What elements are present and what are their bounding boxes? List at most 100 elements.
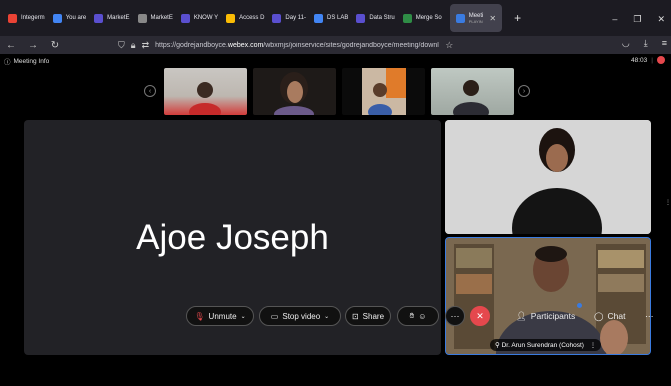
- browser-tab[interactable]: KNOW Y: [177, 4, 222, 32]
- browser-tab[interactable]: Day 11-: [268, 4, 310, 32]
- close-tab-icon[interactable]: ✕: [489, 14, 496, 23]
- tab-label: KNOW Y: [193, 15, 219, 21]
- url-bar[interactable]: ⛉ 🔒︎ ⇄ https://godrejandboyce. webex.com /…: [118, 37, 558, 53]
- browser-tab[interactable]: Data Stru: [352, 4, 398, 32]
- lock-icon[interactable]: 🔒︎: [131, 40, 136, 51]
- maximize-icon[interactable]: ❐: [633, 14, 641, 25]
- url-prefix: https://godrejandboyce.: [155, 41, 228, 49]
- leave-meeting-button[interactable]: ✕: [470, 306, 490, 326]
- chat-icon: ◯: [594, 310, 604, 321]
- chat-label: Chat: [607, 311, 626, 321]
- tab-favicon-icon: [314, 13, 323, 23]
- browser-tab-bar: Integerm You are MarketE MarketE KNOW Y …: [0, 0, 671, 36]
- tab-label: Integerm: [21, 15, 45, 21]
- participant-video: [445, 120, 651, 234]
- participant-thumbnail[interactable]: [431, 68, 514, 115]
- url-path: /wbxmjs/joinservice/sites/godrejandboyce…: [263, 41, 439, 49]
- mic-icon: ⚲: [495, 342, 500, 349]
- meeting-info[interactable]: ⓘ Meeting Info: [4, 56, 50, 67]
- tab-label: You are: [65, 15, 87, 21]
- tab-label: MarketE: [150, 15, 173, 21]
- participant-thumbnail[interactable]: [342, 68, 425, 115]
- permissions-icon[interactable]: ⇄: [142, 40, 150, 51]
- more-options-button[interactable]: ⋯: [445, 306, 465, 326]
- unmute-label: Unmute: [208, 311, 237, 321]
- participant-video: [446, 238, 650, 354]
- participant-thumbnails: [164, 68, 514, 115]
- browser-tab[interactable]: MarketE: [90, 4, 133, 32]
- tab-sublabel: PLAYIN: [468, 18, 483, 24]
- timer-value: 48:03: [631, 56, 648, 64]
- browser-tab[interactable]: Access D: [222, 4, 268, 32]
- participant-video-tile[interactable]: [445, 120, 651, 234]
- stop-video-label: Stop video: [282, 311, 321, 321]
- forward-icon[interactable]: →: [22, 40, 44, 51]
- participant-video: [274, 72, 314, 115]
- mic-muted-icon: 🎙︎: [194, 311, 205, 321]
- ellipsis-icon: ⋯: [450, 310, 460, 321]
- pocket-icon[interactable]: ◡: [622, 38, 630, 49]
- back-icon[interactable]: ←: [0, 40, 22, 51]
- tab-favicon-icon: [8, 13, 17, 23]
- camera-icon: ▭: [270, 311, 279, 321]
- raise-hand-icon[interactable]: ✋︎: [410, 311, 415, 321]
- active-tab-text: Meeti PLAYIN: [469, 13, 484, 24]
- browser-tab[interactable]: You are: [49, 4, 90, 32]
- meeting-timer: 48:03 |: [631, 56, 665, 64]
- tab-label: Access D: [239, 15, 265, 21]
- side-scroll-handle[interactable]: ⋮: [665, 199, 671, 237]
- reload-icon[interactable]: ↻: [44, 40, 66, 51]
- participant-thumbnail[interactable]: [253, 68, 336, 115]
- chevron-down-icon[interactable]: ⌄: [241, 313, 246, 320]
- tab-favicon-icon: [402, 13, 412, 23]
- close-icon: ✕: [476, 310, 484, 321]
- recording-indicator-icon[interactable]: [657, 56, 665, 64]
- participant-video: [189, 82, 221, 115]
- participants-button[interactable]: 👤︎ Participants: [516, 306, 575, 326]
- scroll-right-icon[interactable]: ›: [518, 85, 530, 97]
- tab-favicon-icon: [52, 13, 62, 23]
- tab-label: Merge So: [415, 15, 442, 21]
- stop-video-button[interactable]: ▭ Stop video ⌄: [259, 306, 341, 326]
- bookmark-star-icon[interactable]: ☆: [445, 40, 453, 51]
- meeting-info-label: Meeting Info: [13, 57, 50, 65]
- ellipsis-icon: ⋯: [645, 310, 654, 321]
- close-window-icon[interactable]: ✕: [657, 14, 665, 25]
- tab-label: Data Stru: [369, 15, 395, 21]
- scroll-left-icon[interactable]: ‹: [144, 85, 156, 97]
- browser-tab[interactable]: Integerm: [4, 4, 49, 32]
- tab-favicon-icon: [356, 13, 366, 23]
- unmute-button[interactable]: 🎙︎ Unmute ⌄: [186, 306, 254, 326]
- window-controls: – ❐ ✕: [612, 14, 665, 25]
- tab-favicon-icon: [272, 13, 282, 23]
- reactions-group: ✋︎ ☺: [397, 306, 439, 326]
- new-tab-icon[interactable]: +: [514, 11, 521, 25]
- share-button[interactable]: ⊡ Share: [345, 306, 391, 326]
- browser-tab[interactable]: DS LAB: [310, 4, 352, 32]
- browser-tab[interactable]: Merge So: [399, 4, 446, 32]
- chevron-down-icon[interactable]: ⌄: [324, 313, 329, 320]
- toolbar-right: ◡ ⤓ ≡: [622, 38, 667, 49]
- download-icon[interactable]: ⤓: [644, 38, 648, 49]
- menu-icon[interactable]: ≡: [662, 38, 667, 49]
- chat-button[interactable]: ◯ Chat: [594, 306, 625, 326]
- cohost-name-label: ⚲ Dr. Arun Surendran (Cohost) ⋮: [490, 339, 602, 351]
- browser-tab-active[interactable]: Meeti PLAYIN ✕: [449, 4, 503, 32]
- more-panels-button[interactable]: ⋯: [645, 306, 654, 326]
- browser-tab[interactable]: MarketE: [134, 4, 177, 32]
- info-icon: ⓘ: [4, 59, 11, 66]
- more-icon[interactable]: ⋮: [590, 342, 597, 349]
- shield-icon[interactable]: ⛉: [118, 40, 125, 51]
- active-speaker-name: Ajoe Joseph: [136, 217, 329, 257]
- emoji-icon[interactable]: ☺: [418, 312, 426, 321]
- cohost-video-tile[interactable]: ⚲ Dr. Arun Surendran (Cohost) ⋮: [445, 237, 651, 355]
- participants-label: Participants: [530, 311, 576, 321]
- tab-label: Day 11-: [285, 15, 306, 21]
- minimize-icon[interactable]: –: [612, 14, 617, 25]
- share-label: Share: [362, 311, 385, 321]
- separator: |: [651, 56, 653, 64]
- tab-label: Meeti: [468, 12, 484, 19]
- participant-thumbnail[interactable]: [164, 68, 247, 115]
- tab-label: DS LAB: [327, 15, 349, 21]
- webex-favicon-icon: [455, 13, 465, 23]
